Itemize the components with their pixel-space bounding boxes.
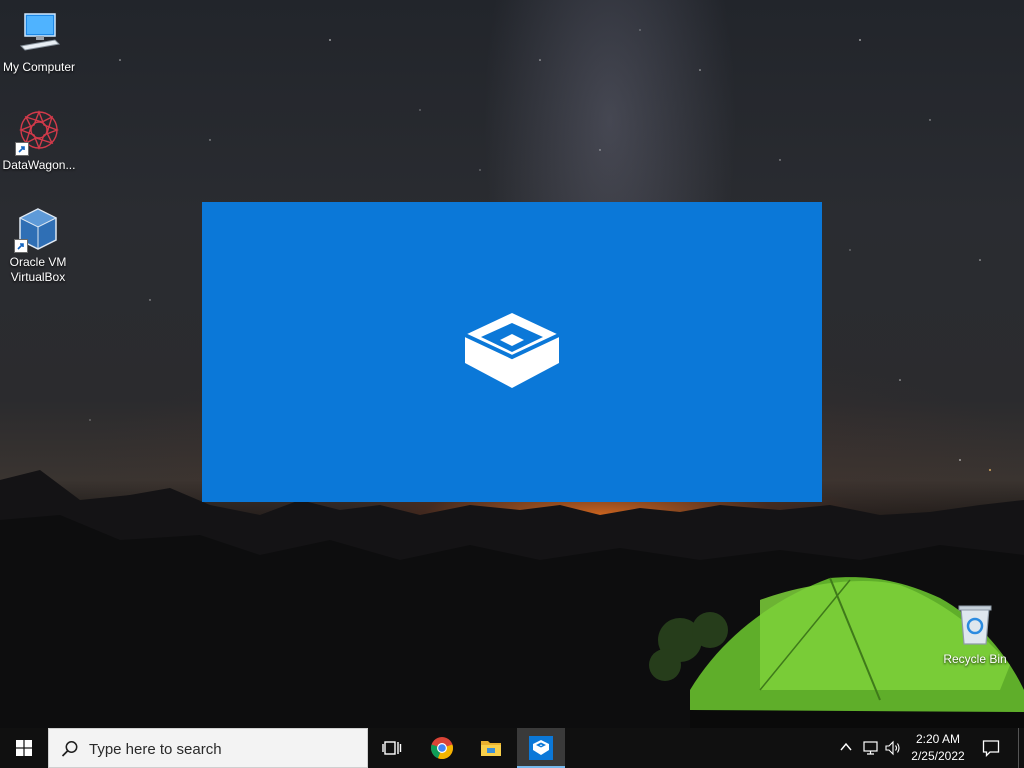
folder-icon bbox=[481, 741, 501, 756]
desktop-icon-label: Oracle VM VirtualBox bbox=[9, 255, 67, 284]
shortcut-arrow-icon bbox=[15, 142, 29, 156]
network-button[interactable] bbox=[860, 728, 882, 768]
action-center-button[interactable] bbox=[976, 728, 1008, 768]
volume-button[interactable] bbox=[882, 728, 904, 768]
desktop-icon-my-computer[interactable]: My Computer bbox=[1, 10, 77, 75]
virtualbox-icon bbox=[14, 205, 62, 253]
clock-date: 2/25/2022 bbox=[911, 749, 965, 763]
datawagon-icon bbox=[15, 108, 63, 156]
search-icon bbox=[61, 741, 78, 757]
speaker-icon bbox=[885, 740, 900, 756]
sandbox-box-icon bbox=[464, 312, 560, 395]
desktop-icon-label: DataWagon... bbox=[2, 158, 76, 172]
show-hidden-icons-button[interactable] bbox=[836, 728, 858, 768]
taskbar: Type here to search 2:20 AM 2/25/2022 bbox=[0, 728, 1024, 768]
sandbox-splash-window bbox=[202, 202, 822, 502]
taskbar-clock[interactable]: 2:20 AM 2/25/2022 bbox=[906, 731, 970, 765]
chrome-icon bbox=[431, 737, 453, 760]
taskbar-chrome-button[interactable] bbox=[418, 728, 466, 768]
network-icon bbox=[863, 741, 878, 755]
chevron-up-icon bbox=[840, 742, 852, 751]
desktop-icon-label: My Computer bbox=[2, 60, 76, 74]
taskbar-sandbox-button[interactable] bbox=[517, 728, 565, 768]
taskbar-file-explorer-button[interactable] bbox=[467, 728, 515, 768]
recycle-bin-icon bbox=[951, 602, 999, 650]
desktop-icon-datawagon[interactable]: DataWagon... bbox=[1, 108, 77, 173]
shortcut-arrow-icon bbox=[14, 239, 28, 253]
taskbar-search-box[interactable]: Type here to search bbox=[48, 728, 368, 768]
start-button[interactable] bbox=[0, 728, 48, 768]
computer-icon bbox=[15, 10, 63, 58]
desktop-icon-label: Recycle Bin bbox=[943, 652, 1007, 666]
task-view-button[interactable] bbox=[368, 728, 416, 768]
desktop-icon-virtualbox[interactable]: Oracle VM VirtualBox bbox=[0, 205, 76, 285]
sandbox-icon bbox=[529, 736, 553, 760]
show-desktop-button[interactable] bbox=[1018, 728, 1024, 768]
search-placeholder: Type here to search bbox=[89, 741, 222, 758]
clock-time: 2:20 AM bbox=[915, 732, 961, 746]
windows-logo-icon bbox=[16, 740, 32, 756]
notification-icon bbox=[982, 740, 1000, 757]
desktop-icon-recycle-bin[interactable]: Recycle Bin bbox=[937, 602, 1013, 667]
task-view-icon bbox=[382, 741, 402, 755]
